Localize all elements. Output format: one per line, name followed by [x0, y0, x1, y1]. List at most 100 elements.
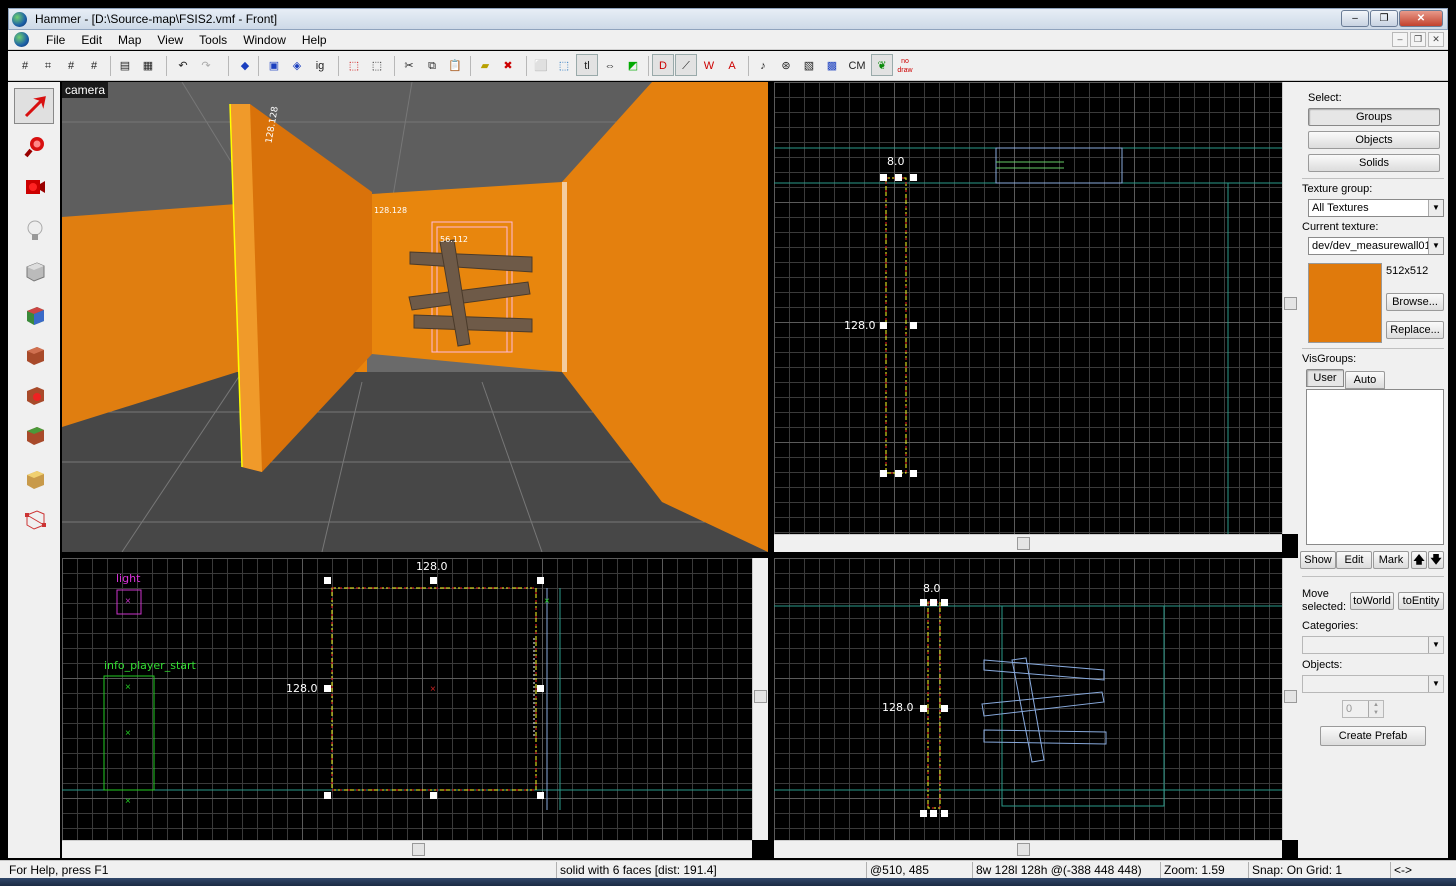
ignore-groups-button[interactable]: ig — [309, 54, 331, 76]
door-texture-label: 56.112 — [440, 235, 468, 244]
visgroup-show-button[interactable]: Show — [1300, 551, 1336, 569]
vertex-tool[interactable] — [14, 500, 54, 536]
paste-icon[interactable]: 📋 — [444, 54, 466, 76]
menu-file[interactable]: File — [38, 32, 73, 48]
hammer-app-icon — [12, 12, 27, 27]
sound-icon[interactable]: ♪ — [752, 54, 774, 76]
texture-preview[interactable] — [1308, 263, 1382, 343]
select-solids-button[interactable]: Solids — [1308, 154, 1440, 172]
menu-help[interactable]: Help — [294, 32, 335, 48]
toggle-grid-icon[interactable]: # — [14, 54, 36, 76]
to-world-button[interactable]: toWorld — [1350, 592, 1394, 610]
replace-button[interactable]: Replace... — [1386, 321, 1444, 339]
top-viewport-vscroll[interactable] — [1282, 82, 1298, 534]
top-viewport[interactable]: 8.0 128.0 — [774, 82, 1282, 534]
maximize-button[interactable]: ❐ — [1370, 10, 1398, 27]
menu-tools[interactable]: Tools — [191, 32, 235, 48]
group-icon[interactable]: ▣ — [263, 54, 285, 76]
scale-texture-lock-icon[interactable]: ⇔ — [599, 54, 621, 76]
carve-icon[interactable]: ◆ — [234, 54, 256, 76]
larger-grid-icon[interactable]: # — [83, 54, 105, 76]
selection-tool[interactable] — [14, 88, 54, 124]
side-viewport[interactable]: 8.0 128.0 — [774, 558, 1282, 840]
mdi-restore-button[interactable]: ❐ — [1410, 32, 1426, 47]
document-icon[interactable] — [14, 32, 29, 47]
menu-window[interactable]: Window — [235, 32, 294, 48]
save-window-state-icon[interactable]: ▦ — [137, 54, 159, 76]
front-viewport-vscroll[interactable] — [752, 558, 768, 840]
to-entity-button[interactable]: toEntity — [1398, 592, 1444, 610]
entity-tool[interactable] — [14, 212, 54, 248]
select-by-center-icon[interactable]: ⬚ — [553, 54, 575, 76]
map-properties-icon[interactable]: ▧ — [798, 54, 820, 76]
menu-map[interactable]: Map — [110, 32, 149, 48]
copy-icon[interactable]: ⧉ — [421, 54, 443, 76]
arrow-down-icon[interactable]: 🡇 — [1428, 551, 1444, 569]
browse-button[interactable]: Browse... — [1386, 293, 1444, 311]
close-button[interactable]: ✕ — [1399, 10, 1443, 27]
top-viewport-hscroll[interactable] — [774, 534, 1282, 552]
select-by-handles-icon[interactable]: ⬜ — [530, 54, 552, 76]
radius-culling-icon[interactable]: D — [652, 54, 674, 76]
visgroup-mark-button[interactable]: Mark — [1373, 551, 1409, 569]
block-tool[interactable] — [14, 252, 54, 288]
decal-tool[interactable] — [14, 376, 54, 412]
clipping-tool[interactable] — [14, 460, 54, 496]
tab-auto[interactable]: Auto — [1345, 371, 1385, 389]
select-objects-button[interactable]: Objects — [1308, 131, 1440, 149]
entity-report-icon[interactable]: ⊛ — [775, 54, 797, 76]
menu-edit[interactable]: Edit — [73, 32, 110, 48]
current-texture-select[interactable]: dev/dev_measurewall01 ▼ — [1308, 237, 1444, 255]
create-prefab-button[interactable]: Create Prefab — [1320, 726, 1426, 746]
menu-bar: File Edit Map View Tools Window Help – ❐… — [8, 30, 1448, 50]
visgroups-list[interactable] — [1306, 389, 1444, 545]
magnify-tool[interactable] — [14, 128, 54, 164]
smaller-grid-icon[interactable]: # — [60, 54, 82, 76]
cut-icon[interactable]: ✂ — [398, 54, 420, 76]
toggle-helpers-icon[interactable]: ✖ — [497, 54, 519, 76]
undo-icon[interactable]: ↶ — [172, 54, 194, 76]
hide-selected-icon[interactable]: ⬚ — [343, 54, 365, 76]
texture-application-tool[interactable] — [14, 296, 54, 332]
status-bar: For Help, press F1 solid with 6 faces [d… — [0, 860, 1456, 878]
objects-select[interactable]: ▼ — [1302, 675, 1444, 693]
show-textures-icon[interactable]: W — [698, 54, 720, 76]
vertex-manipulation-icon[interactable]: ◩ — [622, 54, 644, 76]
minimize-button[interactable]: – — [1341, 10, 1369, 27]
load-window-state-icon[interactable]: ▤ — [114, 54, 136, 76]
side-viewport-vscroll[interactable] — [1282, 558, 1298, 840]
texture-lock-button[interactable]: tl — [576, 54, 598, 76]
redo-icon[interactable]: ↷ — [195, 54, 217, 76]
overlay-tool[interactable] — [14, 416, 54, 452]
toggle-models-icon[interactable]: ⟋ — [675, 54, 697, 76]
menu-view[interactable]: View — [149, 32, 191, 48]
mdi-close-button[interactable]: ✕ — [1428, 32, 1444, 47]
chevron-down-icon: ▼ — [1428, 200, 1443, 216]
leaf-icon[interactable]: ❦ — [871, 54, 893, 76]
front-viewport[interactable]: × × × × × × 128.0 128.0 light info_playe… — [62, 558, 752, 840]
side-viewport-hscroll[interactable] — [774, 840, 1282, 858]
light-entity-label: light — [116, 572, 141, 585]
tab-user[interactable]: User — [1306, 369, 1344, 387]
cordon-map-button[interactable]: CM — [844, 54, 870, 76]
camera-viewport[interactable]: 128.128 128.128 56.112 camera — [62, 82, 768, 552]
hide-entities-icon[interactable]: ▰ — [474, 54, 496, 76]
clip-icon — [27, 471, 44, 489]
texture-group-select[interactable]: All Textures ▼ — [1308, 199, 1444, 217]
objects-count-spinner[interactable]: 0 ▲ ▼ — [1342, 700, 1384, 718]
categories-select[interactable]: ▼ — [1302, 636, 1444, 654]
mdi-minimize-button[interactable]: – — [1392, 32, 1408, 47]
front-viewport-hscroll[interactable] — [62, 840, 752, 858]
apply-texture-tool[interactable] — [14, 336, 54, 372]
nodraw-button[interactable]: no draw — [894, 54, 916, 76]
ungroup-icon[interactable]: ◈ — [286, 54, 308, 76]
camera-tool[interactable] — [14, 168, 54, 204]
status-zoom: Zoom: 1.59 — [1160, 862, 1248, 878]
visgroup-edit-button[interactable]: Edit — [1336, 551, 1372, 569]
arrow-up-icon[interactable]: 🡅 — [1411, 551, 1427, 569]
cordon-icon[interactable]: ▩ — [821, 54, 843, 76]
toggle-3d-grid-icon[interactable]: ⌗ — [37, 54, 59, 76]
show-all-icon[interactable]: ⬚ — [366, 54, 388, 76]
show-lighting-icon[interactable]: A — [721, 54, 743, 76]
select-groups-button[interactable]: Groups — [1308, 108, 1440, 126]
